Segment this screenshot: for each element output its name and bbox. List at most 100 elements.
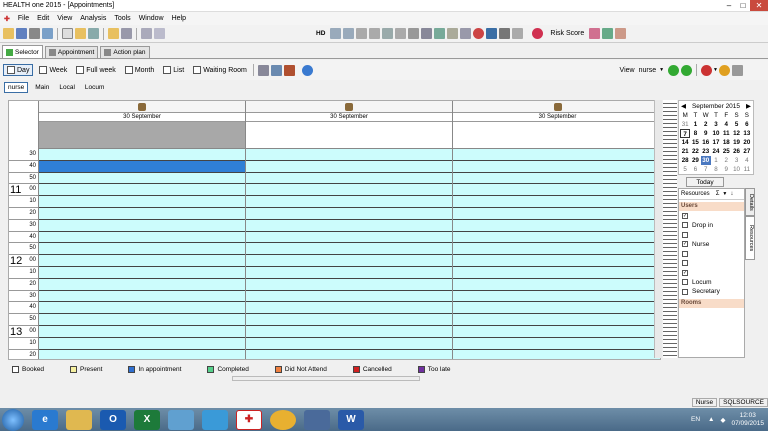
time-slot[interactable] [246,302,452,315]
view-full-week-button[interactable]: Full week [73,65,119,75]
resource-checkbox[interactable] [682,260,688,267]
view-week-button[interactable]: Week [36,65,70,75]
tab-action-plan[interactable]: Action plan [100,46,150,58]
calendar-day[interactable]: 6 [690,165,700,174]
time-slot[interactable] [453,278,660,291]
preview-icon[interactable] [42,28,53,39]
time-slot[interactable] [246,207,452,220]
calendar-day[interactable]: 20 [742,138,752,147]
time-slot[interactable] [39,231,245,244]
time-slot[interactable] [39,196,245,208]
outlook-icon[interactable]: O [100,409,126,430]
time-slot[interactable] [39,325,245,338]
word-icon[interactable]: W [338,409,364,430]
folder-icon[interactable] [75,28,86,39]
settings-icon[interactable] [460,28,472,39]
chevron-down-icon[interactable]: ▼ [659,67,664,73]
time-slot[interactable] [453,231,660,244]
resource-column[interactable]: 30 September [452,101,660,359]
table-icon[interactable] [141,28,152,39]
calendar-day[interactable]: 23 [701,147,711,156]
alert-icon[interactable] [473,28,485,39]
calendar-day[interactable]: 1 [711,156,721,165]
calendar-day[interactable]: 18 [721,138,731,147]
grid-vertical-scrollbar[interactable] [654,100,662,358]
calendar-day[interactable]: 9 [701,129,711,138]
calendar-day[interactable]: 19 [731,138,741,147]
menu-window[interactable]: Window [135,15,168,22]
menu-help[interactable]: Help [168,15,190,22]
user-icon[interactable] [421,28,433,39]
resource-column[interactable]: 30 September [245,101,452,359]
reminder-icon[interactable] [719,64,730,76]
calendar-day[interactable]: 8 [711,165,721,174]
resource-item[interactable] [679,230,744,240]
time-slot[interactable] [246,255,452,267]
time-slot[interactable] [39,302,245,315]
resource-checkbox[interactable]: ✓ [682,241,688,248]
appointment-grid[interactable]: 30 40 50 11 00 10 20 30 40 50 12 00 10 20 30 40 50 13 00 10… [8,100,661,360]
time-slot[interactable] [453,290,660,303]
chat-app-icon[interactable] [202,409,228,430]
file-explorer-icon[interactable] [66,409,92,430]
today-button[interactable]: Today [686,177,724,187]
patient-icon[interactable] [330,28,342,39]
menu-view[interactable]: View [53,15,76,22]
resource-item[interactable] [679,249,744,259]
chart-icon[interactable] [343,28,355,39]
calendar-day[interactable]: 10 [711,129,721,138]
resource-group-header[interactable]: Rooms [679,298,744,308]
calendar-day[interactable]: 2 [721,156,731,165]
calendar-day[interactable]: 6 [742,120,752,129]
time-slot[interactable] [39,266,245,279]
media-icon[interactable] [304,409,330,430]
menu-edit[interactable]: Edit [33,15,53,22]
layout-icon[interactable] [121,28,132,39]
calendar-day[interactable]: 3 [711,120,721,129]
resource-item[interactable]: ✓ [679,268,744,278]
resource-checkbox[interactable] [682,288,688,295]
stop-icon[interactable] [701,64,713,76]
calendar-day[interactable]: 10 [731,165,741,174]
time-slot[interactable] [453,219,660,232]
time-slot[interactable] [246,160,452,173]
time-slot[interactable] [453,255,660,267]
chevron-down-icon[interactable]: ▼ [722,191,727,197]
view-list-button[interactable]: List [160,65,187,75]
time-slot[interactable] [39,184,245,197]
network-icon[interactable]: ▲ [708,416,714,423]
calendar-day[interactable]: 5 [680,165,690,174]
time-slot[interactable] [246,172,452,185]
time-slot[interactable] [453,349,660,359]
time-slot[interactable] [246,219,452,232]
time-slot[interactable] [246,266,452,279]
notes-icon[interactable] [168,409,194,430]
camera-icon[interactable] [499,28,511,39]
clock[interactable]: 12:03 07/09/2015 [731,412,764,428]
close-button[interactable]: ✕ [750,0,768,11]
next-month-button[interactable]: ▶ [746,102,751,110]
health-one-icon[interactable]: ✚ [236,409,262,430]
minimize-button[interactable]: – [722,0,736,11]
export-icon[interactable] [732,64,743,76]
time-slot[interactable] [39,337,245,350]
calendar-day[interactable]: 13 [742,129,752,138]
lungs-icon[interactable] [589,28,601,39]
body-icon[interactable] [602,28,614,39]
calendar-day[interactable]: 1 [690,120,700,129]
calendar-day[interactable]: 11 [742,165,752,174]
time-slot[interactable] [246,149,452,161]
time-slot[interactable] [246,231,452,244]
menu-tools[interactable]: Tools [110,15,134,22]
refresh-icon[interactable] [434,28,446,39]
resource-tab-nurse[interactable]: nurse [4,81,29,93]
time-slot[interactable] [246,184,452,197]
time-slot[interactable] [246,349,452,359]
tab-appointment[interactable]: Appointment [44,46,99,58]
calendar-day[interactable]: 4 [721,120,731,129]
time-slot[interactable] [39,255,245,267]
menu-analysis[interactable]: Analysis [76,15,110,22]
resource-tab-local[interactable]: Local [56,83,78,92]
calendar-day[interactable]: 15 [690,138,700,147]
calendar-day[interactable]: 31 [680,120,690,129]
